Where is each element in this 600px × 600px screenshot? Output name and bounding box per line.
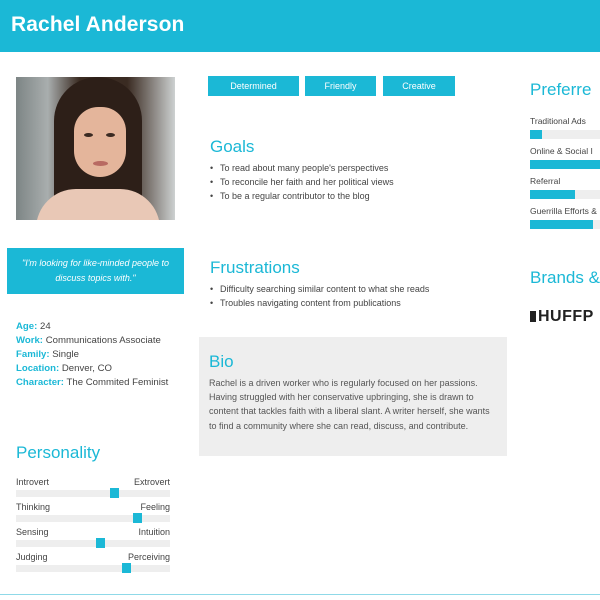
bio-text: Rachel is a driven worker who is regular… bbox=[209, 378, 490, 431]
fact-location: Location: Denver, CO bbox=[16, 363, 112, 375]
huffpost-logo: HUFFP bbox=[530, 308, 594, 326]
logo-mark-icon bbox=[530, 311, 536, 322]
fact-work: Work: Communications Associate bbox=[16, 335, 161, 347]
channel-track bbox=[530, 130, 600, 139]
bio-panel: Bio Rachel is a driven worker who is reg… bbox=[199, 337, 507, 456]
trait-right-label: Extrovert bbox=[133, 477, 170, 487]
channel-fill bbox=[530, 190, 575, 199]
trait-track bbox=[16, 490, 170, 497]
preferred-channels-title: Preferre bbox=[530, 80, 592, 99]
header-bar: Rachel Anderson bbox=[0, 0, 600, 52]
trait-left-label: Sensing bbox=[16, 527, 49, 537]
trait-marker bbox=[110, 488, 119, 498]
goals-title: Goals bbox=[210, 137, 255, 156]
frustrations-list: Difficulty searching similar content to … bbox=[210, 282, 429, 310]
trait-left-label: Thinking bbox=[16, 502, 51, 512]
trait-left-label: Judging bbox=[16, 552, 48, 562]
channel-fill bbox=[530, 220, 593, 229]
bottom-divider bbox=[0, 594, 600, 595]
goal-item: To read about many people's perspectives bbox=[210, 161, 394, 175]
channel-track bbox=[530, 220, 600, 229]
trait-track bbox=[16, 540, 170, 547]
channel-label: Online & Social I bbox=[530, 146, 593, 156]
trait-marker bbox=[133, 513, 142, 523]
bio-title: Bio bbox=[209, 352, 234, 371]
channel-fill bbox=[530, 160, 600, 169]
persona-name: Rachel Anderson bbox=[11, 13, 185, 36]
goal-item: To be a regular contributor to the blog bbox=[210, 189, 394, 203]
goal-item: To reconcile her faith and her political… bbox=[210, 175, 394, 189]
persona-photo bbox=[16, 77, 175, 220]
logo-text: HUFFP bbox=[538, 308, 594, 325]
trait-track bbox=[16, 515, 170, 522]
tag-creative: Creative bbox=[383, 76, 455, 96]
persona-facts: Age: 24 Work: Communications Associate F… bbox=[16, 320, 186, 390]
fact-family: Family: Single bbox=[16, 349, 79, 361]
channel-label: Guerrilla Efforts & bbox=[530, 206, 597, 216]
trait-marker bbox=[122, 563, 131, 573]
frustration-item: Troubles navigating content from publica… bbox=[210, 296, 429, 310]
fact-character: Character: The Commited Feminist bbox=[16, 377, 169, 389]
trait-right-label: Feeling bbox=[140, 502, 170, 512]
personality-row-judging-perceiving: Judging Perceiving bbox=[16, 552, 170, 574]
brands-title: Brands & bbox=[530, 268, 600, 287]
trait-right-label: Intuition bbox=[138, 527, 170, 537]
trait-right-label: Perceiving bbox=[127, 552, 170, 562]
personality-title: Personality bbox=[16, 443, 101, 462]
channel-label: Traditional Ads bbox=[530, 116, 586, 126]
trait-track bbox=[16, 565, 170, 572]
channel-track bbox=[530, 160, 600, 169]
tag-determined: Determined bbox=[208, 76, 299, 96]
personality-row-sensing-intuition: Sensing Intuition bbox=[16, 527, 170, 549]
frustration-item: Difficulty searching similar content to … bbox=[210, 282, 429, 296]
trait-left-label: Introvert bbox=[16, 477, 50, 487]
personality-row-introvert-extrovert: Introvert Extrovert bbox=[16, 477, 170, 499]
channel-fill bbox=[530, 130, 542, 139]
frustrations-title: Frustrations bbox=[210, 258, 300, 277]
persona-quote: "I'm looking for like-minded people to d… bbox=[7, 248, 184, 294]
fact-age: Age: 24 bbox=[16, 321, 51, 332]
personality-row-thinking-feeling: Thinking Feeling bbox=[16, 502, 170, 524]
channel-track bbox=[530, 190, 600, 199]
tag-friendly: Friendly bbox=[305, 76, 376, 96]
channel-label: Referral bbox=[530, 176, 561, 186]
goals-list: To read about many people's perspectives… bbox=[210, 161, 394, 203]
trait-marker bbox=[96, 538, 105, 548]
